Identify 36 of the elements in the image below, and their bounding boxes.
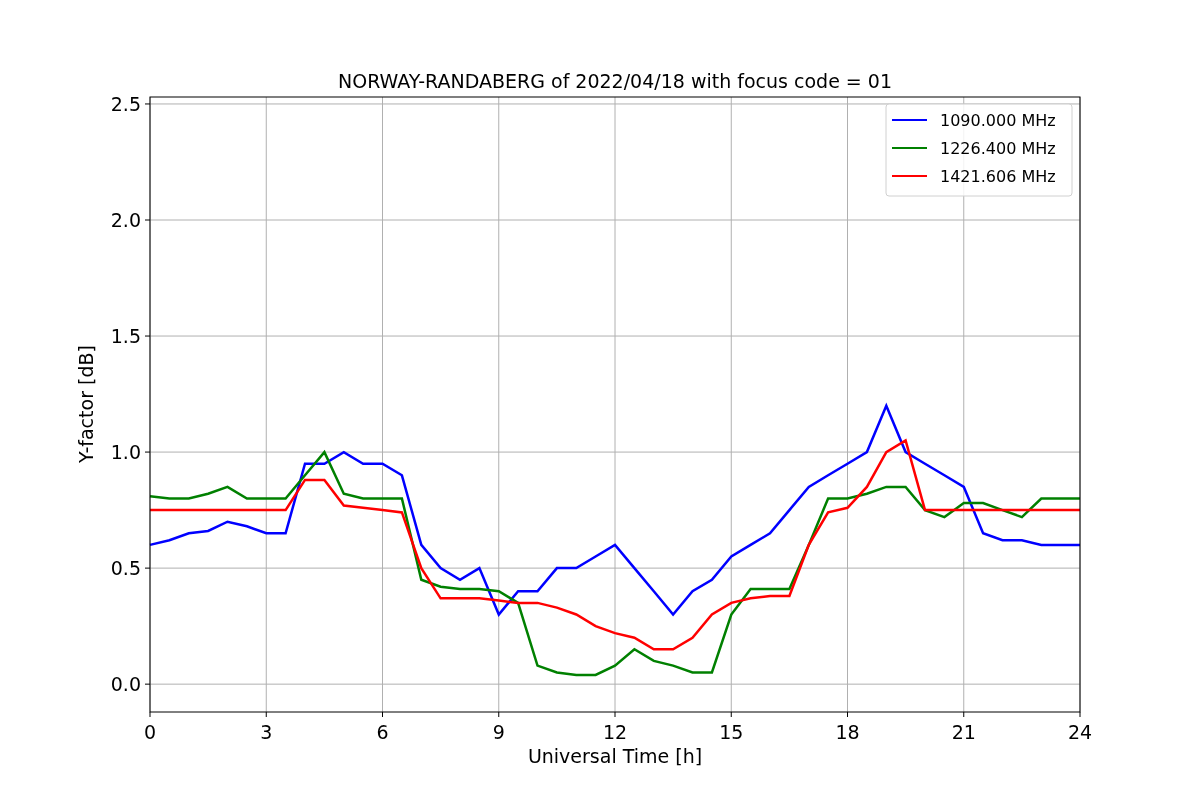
legend-label: 1090.000 MHz xyxy=(940,111,1056,130)
legend-label: 1226.400 MHz xyxy=(940,139,1056,158)
legend-label: 1421.606 MHz xyxy=(940,167,1056,186)
tick-label: 21 xyxy=(951,721,976,743)
tick-mark xyxy=(144,219,151,221)
tick-label: 1.5 xyxy=(110,325,141,348)
tick-mark xyxy=(149,711,151,718)
tick-mark xyxy=(730,711,732,718)
tick-label: 2.5 xyxy=(110,92,141,115)
tick-label: 0.0 xyxy=(110,673,141,696)
tick-mark xyxy=(144,103,151,105)
tick-mark xyxy=(144,451,151,453)
tick-mark xyxy=(614,711,616,718)
tick-label: 24 xyxy=(1067,721,1093,743)
tick-mark xyxy=(144,567,151,569)
x-axis-label: Universal Time [h] xyxy=(527,745,703,767)
tick-label: 9 xyxy=(492,721,505,743)
chart-title: NORWAY-RANDABERG of 2022/04/18 with focus code = 01 xyxy=(338,70,892,92)
tick-label: 3 xyxy=(260,721,273,743)
tick-mark xyxy=(144,335,151,337)
tick-label: 15 xyxy=(719,721,744,743)
tick-mark xyxy=(847,711,848,718)
tick-label: 1.0 xyxy=(110,441,141,464)
tick-mark xyxy=(382,711,383,718)
tick-label: 0 xyxy=(143,721,157,743)
tick-mark xyxy=(144,683,151,685)
tick-label: 18 xyxy=(835,721,860,743)
tick-mark xyxy=(963,711,965,718)
tick-label: 0.5 xyxy=(110,557,141,580)
tick-mark xyxy=(498,711,500,718)
tick-label: 6 xyxy=(376,721,389,743)
tick-label: 12 xyxy=(602,721,628,743)
tick-label: 2.0 xyxy=(110,209,141,231)
tick-mark xyxy=(265,711,267,718)
tick-mark xyxy=(1079,711,1081,718)
y-axis-label: Y-factor [dB] xyxy=(75,345,97,463)
